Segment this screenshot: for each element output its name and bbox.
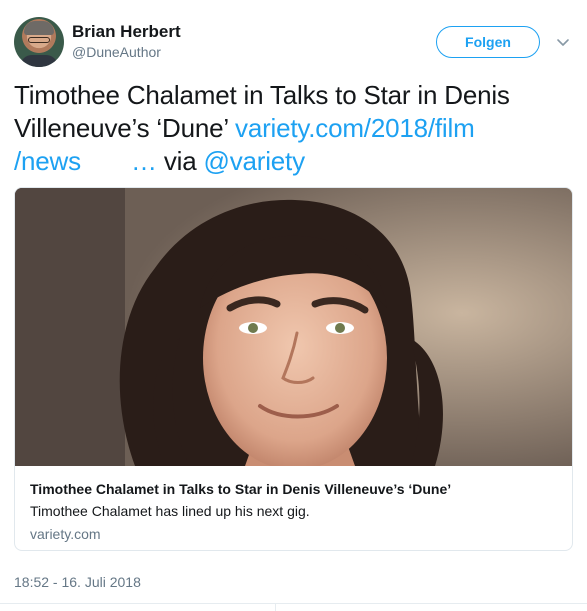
- tweet-text: Timothee Chalamet in Talks to Star in De…: [14, 79, 579, 178]
- tweet-timestamp[interactable]: 18:52 - 16. Juli 2018: [14, 574, 141, 590]
- tweet-link-ellipsis[interactable]: …: [131, 146, 157, 176]
- card-description: Timothee Chalamet has lined up his next …: [30, 503, 310, 519]
- card-domain: variety.com: [30, 526, 101, 542]
- tweet-via: via: [163, 146, 197, 176]
- portrait-photo: [15, 188, 572, 466]
- avatar-shirt: [20, 55, 58, 67]
- chevron-down-icon[interactable]: [555, 34, 571, 50]
- link-card[interactable]: Timothee Chalamet in Talks to Star in De…: [14, 187, 573, 551]
- avatar-hair: [24, 21, 54, 35]
- card-title[interactable]: Timothee Chalamet in Talks to Star in De…: [30, 481, 451, 497]
- mention-link[interactable]: @variety: [204, 146, 306, 176]
- divider: [0, 603, 587, 604]
- action-separator: [275, 603, 276, 611]
- author-name[interactable]: Brian Herbert: [72, 22, 181, 42]
- card-image[interactable]: [15, 188, 572, 466]
- avatar-glasses: [28, 37, 50, 43]
- author-handle[interactable]: @DuneAuthor: [72, 44, 161, 60]
- avatar[interactable]: [14, 17, 64, 67]
- follow-button[interactable]: Folgen: [436, 26, 540, 58]
